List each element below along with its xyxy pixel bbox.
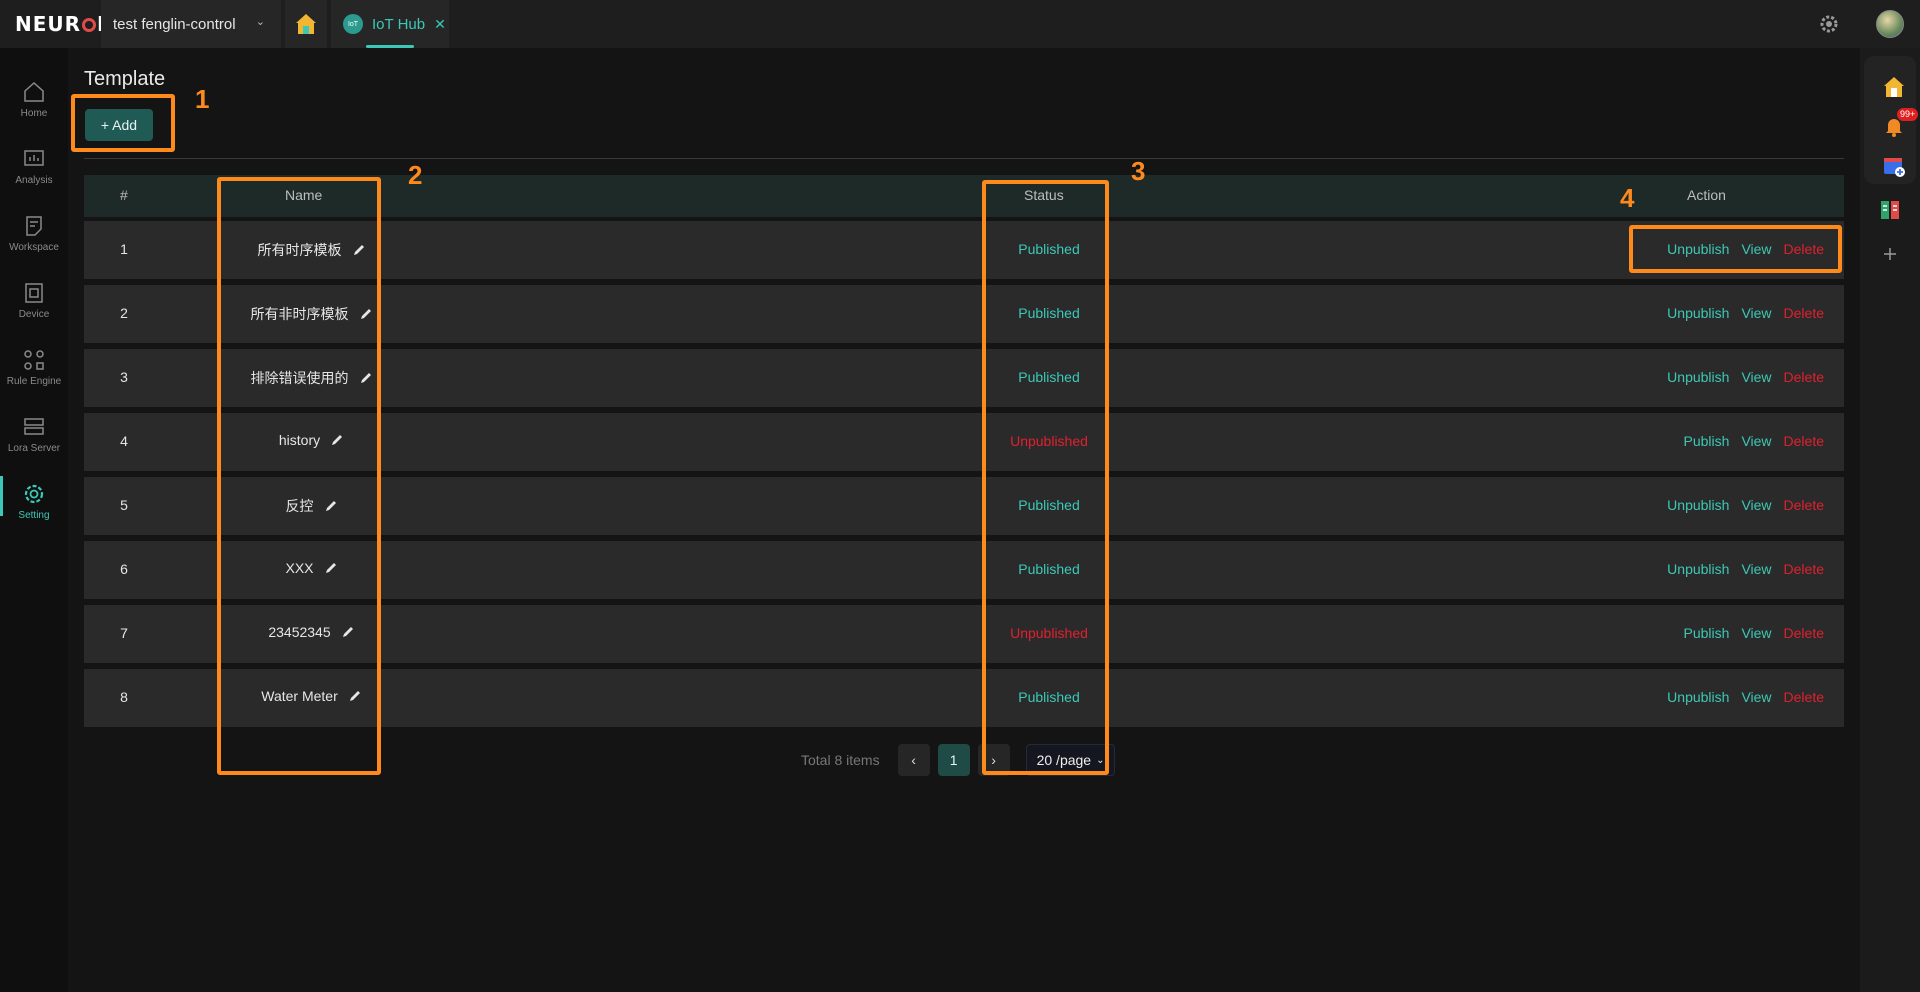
column-header-index: # [120, 187, 128, 203]
right-toolbar: 99+ [1860, 48, 1920, 992]
delete-link[interactable]: Delete [1784, 433, 1824, 449]
sidebar-item-setting[interactable]: Setting [0, 476, 68, 542]
prev-page-button[interactable]: ‹ [897, 744, 930, 776]
delete-link[interactable]: Delete [1784, 625, 1824, 641]
row-index: 1 [120, 241, 128, 257]
home-icon [24, 81, 44, 102]
row-actions: Unpublish View Delete [1655, 305, 1824, 321]
sidebar-item-label: Lora Server [7, 443, 61, 454]
settings-gear-icon[interactable] [1817, 12, 1841, 36]
iot-hub-icon: IoT [343, 14, 363, 34]
quick-actions-group: 99+ [1864, 56, 1919, 184]
tab-iot-hub[interactable]: IoT IoT Hub ✕ [331, 0, 449, 48]
annotation-label-4: 4 [1620, 183, 1635, 213]
row-index: 7 [120, 625, 128, 641]
rule-engine-icon [24, 350, 44, 370]
unpublish-link[interactable]: Unpublish [1667, 305, 1729, 321]
tab-home[interactable] [285, 0, 327, 48]
annotation-label-3: 3 [1131, 156, 1146, 186]
unpublish-link[interactable]: Unpublish [1667, 561, 1729, 577]
row-index: 8 [120, 689, 128, 705]
view-link[interactable]: View [1741, 561, 1771, 577]
chevron-down-icon: ⌄ [255, 16, 265, 28]
device-icon [25, 283, 43, 303]
sidebar-item-analysis[interactable]: Analysis [0, 147, 68, 207]
sidebar-item-label: Analysis [15, 175, 53, 186]
publish-link[interactable]: Publish [1684, 625, 1730, 641]
workspace-icon [26, 216, 42, 236]
sidebar-item-label: Home [20, 108, 48, 119]
sidebar-item-device[interactable]: Device [0, 281, 68, 341]
row-index: 2 [120, 305, 128, 321]
unpublish-link[interactable]: Unpublish [1667, 689, 1729, 705]
row-actions: Publish View Delete [1672, 433, 1824, 449]
sidebar-item-rule-engine[interactable]: Rule Engine [0, 348, 68, 408]
calendar-add-icon[interactable] [1882, 154, 1906, 178]
app-grid-icon[interactable] [1878, 198, 1902, 222]
home-shortcut-icon[interactable] [1882, 75, 1906, 99]
view-link[interactable]: View [1741, 497, 1771, 513]
notification-badge: 99+ [1897, 108, 1919, 121]
project-selector[interactable]: test fenglin-control ⌄ [101, 0, 281, 48]
plus-icon[interactable] [1878, 242, 1902, 266]
page-button-current[interactable]: 1 [937, 744, 970, 776]
column-header-action: Action [1687, 187, 1726, 203]
sidebar-item-label: Device [18, 309, 50, 320]
sidebar-item-workspace[interactable]: Workspace [0, 214, 68, 274]
delete-link[interactable]: Delete [1784, 497, 1824, 513]
publish-link[interactable]: Publish [1684, 433, 1730, 449]
row-actions: Unpublish View Delete [1655, 369, 1824, 385]
highlight-box-add [71, 94, 175, 152]
row-actions: Unpublish View Delete [1655, 497, 1824, 513]
sidebar-item-label: Setting [18, 510, 50, 521]
main-content: Template + Add # Name Status Action 1 所有时… [68, 48, 1860, 992]
sidebar-item-lora-server[interactable]: Lora Server [0, 415, 68, 475]
row-index: 5 [120, 497, 128, 513]
annotation-label-2: 2 [408, 160, 423, 190]
sidebar-item-home[interactable]: Home [0, 80, 68, 140]
row-actions: Unpublish View Delete [1655, 689, 1824, 705]
tab-iot-hub-label: IoT Hub [372, 15, 426, 33]
row-index: 4 [120, 433, 128, 449]
highlight-box-actions [1629, 225, 1842, 273]
page-title: Template [84, 68, 166, 90]
delete-link[interactable]: Delete [1784, 689, 1824, 705]
sidebar-item-label: Rule Engine [6, 376, 62, 387]
unpublish-link[interactable]: Unpublish [1667, 497, 1729, 513]
annotation-label-1: 1 [195, 84, 210, 114]
highlight-box-name-column [217, 177, 381, 775]
view-link[interactable]: View [1741, 305, 1771, 321]
pagination-total: Total 8 items [801, 752, 880, 768]
delete-link[interactable]: Delete [1784, 369, 1824, 385]
view-link[interactable]: View [1741, 369, 1771, 385]
view-link[interactable]: View [1741, 433, 1771, 449]
delete-link[interactable]: Delete [1784, 305, 1824, 321]
neuron-logo[interactable]: NEURN [15, 12, 115, 36]
top-bar: NEURN test fenglin-control ⌄ IoT IoT Hub… [0, 0, 1920, 48]
left-sidebar: Home Analysis Workspace Device Rule Engi… [0, 48, 68, 992]
gear-icon [24, 484, 44, 504]
row-index: 3 [120, 369, 128, 385]
project-name: test fenglin-control [113, 15, 236, 33]
close-icon[interactable]: ✕ [434, 16, 446, 33]
delete-link[interactable]: Delete [1784, 561, 1824, 577]
view-link[interactable]: View [1741, 625, 1771, 641]
lora-server-icon [24, 418, 44, 435]
unpublish-link[interactable]: Unpublish [1667, 369, 1729, 385]
row-actions: Unpublish View Delete [1655, 561, 1824, 577]
view-link[interactable]: View [1741, 689, 1771, 705]
home-colored-icon [296, 14, 316, 34]
row-actions: Publish View Delete [1672, 625, 1824, 641]
sidebar-item-label: Workspace [9, 242, 59, 253]
row-index: 6 [120, 561, 128, 577]
avatar[interactable] [1876, 10, 1904, 38]
divider [84, 158, 1844, 159]
highlight-box-status-column [982, 180, 1109, 775]
analysis-icon [24, 150, 44, 166]
